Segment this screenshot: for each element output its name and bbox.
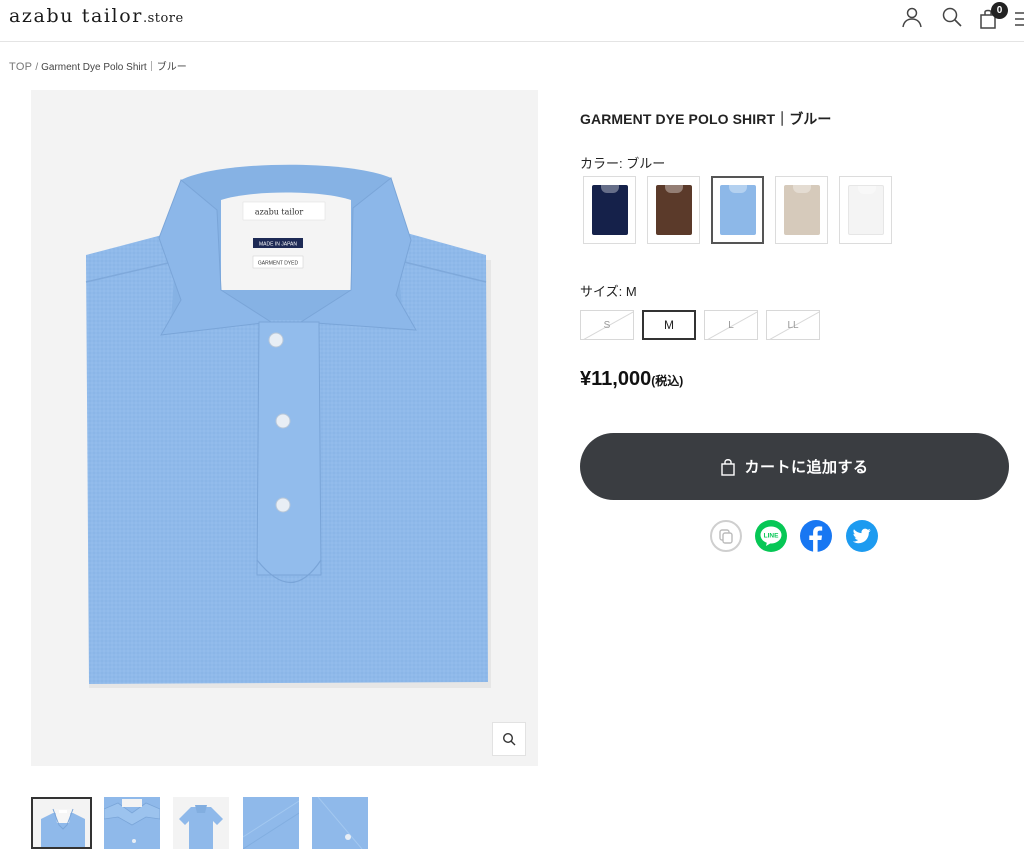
size-option-label: L bbox=[728, 319, 734, 331]
twitter-icon bbox=[853, 528, 871, 544]
site-header: azabu tailor.store 0 bbox=[0, 0, 1024, 42]
price-amount: ¥11,000 bbox=[580, 368, 652, 390]
site-logo[interactable]: azabu tailor.store bbox=[9, 5, 184, 27]
size-option-s[interactable]: S bbox=[580, 310, 634, 340]
shirt-garment-label: GARMENT DYED bbox=[258, 261, 299, 267]
thumbnail-4[interactable] bbox=[243, 797, 299, 849]
breadcrumb: TOP / Garment Dye Polo Shirt｜ブルー bbox=[9, 58, 187, 73]
size-option-label: S bbox=[603, 319, 611, 331]
color-swatch-white[interactable] bbox=[839, 176, 892, 244]
add-to-cart-button[interactable]: カートに追加する bbox=[580, 433, 1009, 500]
color-label: カラー: ブルー bbox=[580, 156, 666, 171]
logo-suffix: .store bbox=[142, 11, 184, 26]
zoom-button[interactable] bbox=[492, 722, 526, 756]
size-option-ll[interactable]: LL bbox=[766, 310, 820, 340]
color-swatch-blue[interactable] bbox=[711, 176, 764, 244]
facebook-share-button[interactable] bbox=[800, 520, 832, 552]
line-share-button[interactable]: LINE bbox=[755, 520, 787, 552]
thumbnail-2[interactable] bbox=[104, 797, 160, 849]
product-title: GARMENT DYE POLO SHIRT｜ブルー bbox=[580, 111, 832, 127]
size-option-l[interactable]: L bbox=[704, 310, 758, 340]
facebook-icon bbox=[809, 526, 823, 552]
thumbnail-3[interactable] bbox=[173, 797, 229, 849]
tax-note: (税込) bbox=[651, 374, 684, 388]
size-option-label: M bbox=[664, 318, 674, 332]
color-swatch-navy[interactable] bbox=[583, 176, 636, 244]
user-icon[interactable] bbox=[900, 5, 924, 29]
line-icon: LINE bbox=[760, 526, 782, 546]
add-to-cart-label: カートに追加する bbox=[744, 459, 869, 476]
logo-main: azabu tailor bbox=[9, 5, 143, 27]
size-label: サイズ: M bbox=[580, 284, 637, 299]
breadcrumb-separator: / bbox=[35, 62, 39, 73]
twitter-share-button[interactable] bbox=[846, 520, 878, 552]
shirt-swatch-icon bbox=[655, 185, 692, 235]
thumbnail-5[interactable] bbox=[312, 797, 368, 849]
main-product-image[interactable]: azabu tailor MADE IN JAPAN GARMENT DYED bbox=[31, 90, 538, 766]
copy-icon bbox=[719, 529, 733, 544]
size-option-label: LL bbox=[787, 319, 799, 331]
color-swatch-beige[interactable] bbox=[775, 176, 828, 244]
menu-icon[interactable] bbox=[1012, 7, 1024, 31]
shirt-made-in-label: MADE IN JAPAN bbox=[259, 242, 297, 248]
magnifier-icon bbox=[502, 732, 516, 746]
line-icon-text: LINE bbox=[764, 533, 779, 540]
shirt-swatch-icon bbox=[783, 185, 820, 235]
polo-shirt-image: azabu tailor MADE IN JAPAN GARMENT DYED bbox=[85, 164, 491, 688]
shirt-swatch-icon bbox=[719, 185, 756, 235]
thumbnail-1[interactable] bbox=[31, 797, 92, 849]
shopping-bag-icon bbox=[721, 458, 736, 476]
color-swatch-brown[interactable] bbox=[647, 176, 700, 244]
cart-count-badge: 0 bbox=[991, 2, 1008, 19]
shirt-swatch-icon bbox=[591, 185, 628, 235]
shirt-brand-label: azabu tailor bbox=[255, 208, 303, 217]
search-icon[interactable] bbox=[940, 5, 964, 29]
shirt-swatch-icon bbox=[847, 185, 884, 235]
breadcrumb-current: Garment Dye Polo Shirt｜ブルー bbox=[41, 62, 187, 73]
copy-link-button[interactable] bbox=[710, 520, 742, 552]
size-option-m[interactable]: M bbox=[642, 310, 696, 340]
product-price: ¥11,000(税込) bbox=[580, 368, 683, 391]
breadcrumb-home-link[interactable]: TOP bbox=[9, 61, 32, 73]
